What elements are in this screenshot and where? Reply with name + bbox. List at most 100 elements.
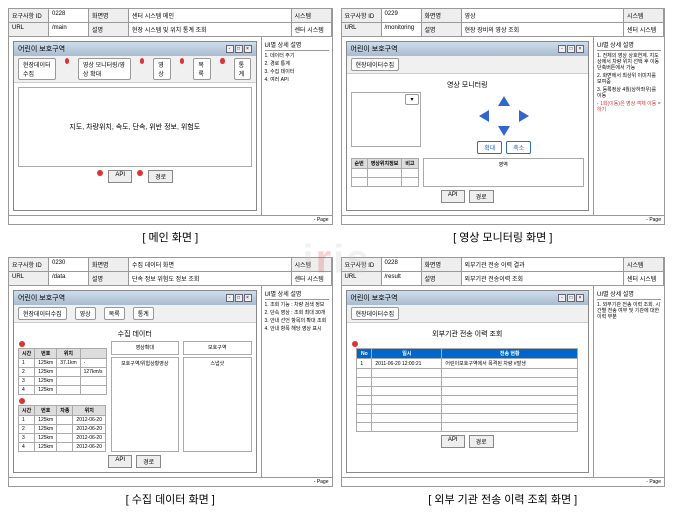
panel: 스냅샷 bbox=[183, 357, 251, 452]
route-button[interactable]: 경로 bbox=[469, 435, 494, 448]
table-row[interactable]: 12011-06-20 12:00:21어린이보호구역에서 목격된 차량 #발생 bbox=[357, 359, 578, 369]
val-url: /data bbox=[49, 272, 89, 285]
note-item: 4. 안내 항목 해당 영상 표시 bbox=[265, 326, 329, 332]
close-button[interactable]: × bbox=[244, 294, 252, 302]
tab-item[interactable]: 현장데이터수집 bbox=[18, 58, 56, 80]
table-row[interactable]: 4125km bbox=[19, 386, 107, 395]
table-row[interactable] bbox=[357, 378, 578, 387]
layout-grid: 요구사항 ID 0228 화면명 센터 시스템 메인 시스템 URL /main… bbox=[0, 0, 673, 519]
table-row[interactable]: 1125km37.1km- bbox=[19, 359, 107, 368]
note-item: 2. 화면에서 최상위 이미지를 보여줌 bbox=[597, 73, 661, 85]
maximize-button[interactable]: □ bbox=[235, 45, 243, 53]
minimize-button[interactable]: - bbox=[226, 45, 234, 53]
maximize-button[interactable]: □ bbox=[567, 45, 575, 53]
val-screen: 센터 시스템 메인 bbox=[129, 9, 292, 22]
subtitle: 수집 데이터 bbox=[18, 329, 252, 339]
table-row[interactable]: 3125km2012-06-20 bbox=[19, 434, 106, 443]
tab-item[interactable]: 영상 bbox=[75, 307, 96, 320]
val-screen: 수집 데이터 화면 bbox=[129, 258, 292, 271]
close-button[interactable]: × bbox=[244, 45, 252, 53]
tab-item[interactable]: 현장데이터수집 bbox=[351, 58, 400, 71]
note-item: 1. 데이터 주기 bbox=[265, 53, 329, 59]
zoom-in-button[interactable]: 확대 bbox=[477, 141, 502, 154]
table-row[interactable] bbox=[357, 396, 578, 405]
tab-item[interactable]: 통계 bbox=[133, 307, 154, 320]
label-screen: 화면명 bbox=[89, 9, 129, 22]
table-row[interactable] bbox=[357, 387, 578, 396]
table-row[interactable] bbox=[357, 405, 578, 414]
tab-item[interactable]: 목록 bbox=[104, 307, 125, 320]
note-item-warning: - 1회(이동)은 영상 객체 이동 = 하기 bbox=[597, 101, 661, 113]
panel: 보호구역/위험상황영상 bbox=[111, 357, 179, 452]
table-row[interactable] bbox=[351, 178, 418, 187]
video-panel: ▾ bbox=[351, 92, 421, 147]
note-item: 3. 수집 데이터 bbox=[265, 69, 329, 75]
dropdown[interactable]: ▾ bbox=[405, 94, 418, 105]
table-row[interactable] bbox=[351, 169, 418, 178]
val-desc: 현장 시스템 및 위치 통계 조회 bbox=[129, 23, 292, 36]
app-title: 어린이 보호구역 bbox=[351, 44, 398, 54]
subtitle: 영상 모니터링 bbox=[351, 80, 585, 90]
close-button[interactable]: × bbox=[576, 45, 584, 53]
window: 어린이 보호구역 - □ × 현장데이터수집 영상 모니터링/영상 확대 bbox=[13, 41, 257, 211]
tab-item[interactable]: 영상 bbox=[153, 58, 171, 80]
maximize-button[interactable]: □ bbox=[567, 294, 575, 302]
route-button[interactable]: 경로 bbox=[136, 455, 161, 468]
table-row[interactable]: 2125km127km/s bbox=[19, 368, 107, 377]
marker-icon bbox=[65, 58, 69, 64]
tab-item[interactable]: 현장데이터수집 bbox=[18, 307, 67, 320]
tab-item[interactable]: 목록 bbox=[193, 58, 211, 80]
val-screen: 영상 bbox=[462, 9, 625, 22]
val-system: 센터 시스템 bbox=[292, 23, 332, 36]
minimize-button[interactable]: - bbox=[558, 45, 566, 53]
api-button[interactable]: API bbox=[441, 435, 465, 448]
page-footer: - Page bbox=[9, 215, 332, 224]
tab-item[interactable]: 통계 bbox=[234, 58, 252, 80]
val-req-id: 0230 bbox=[49, 258, 89, 271]
table-row[interactable]: 3125km bbox=[19, 377, 107, 386]
table-row[interactable] bbox=[357, 423, 578, 432]
api-button[interactable]: API bbox=[108, 455, 132, 468]
tab-item[interactable]: 현장데이터수집 bbox=[351, 307, 400, 320]
note-item: 1. 전체의 영상 상호연계. 지도 상에서 차량 위치 선택 후 이동 단축버… bbox=[597, 53, 661, 71]
route-button[interactable]: 경로 bbox=[469, 190, 494, 203]
arrow-left-icon[interactable] bbox=[479, 110, 489, 122]
app-title: 어린이 보호구역 bbox=[18, 44, 65, 54]
val-system: 센터 시스템 bbox=[624, 272, 664, 285]
note-item: 2. 단속 영상 : 조회 최대 30개 bbox=[265, 310, 329, 316]
marker-icon bbox=[352, 341, 358, 347]
table-row[interactable] bbox=[357, 414, 578, 423]
panel: 보호구역 bbox=[183, 341, 251, 355]
marker-icon bbox=[220, 58, 224, 64]
panel: 영상확대 bbox=[111, 341, 179, 355]
api-button[interactable]: API bbox=[108, 170, 132, 183]
route-button[interactable]: 경로 bbox=[148, 170, 173, 183]
arrow-down-icon[interactable] bbox=[498, 126, 510, 136]
app-title: 어린이 보호구역 bbox=[18, 293, 65, 303]
minimize-button[interactable]: - bbox=[226, 294, 234, 302]
notes-panel: UI별 상세 설명 1. 데이터 주기 2. 경로 통계 3. 수집 데이터 4… bbox=[262, 37, 332, 215]
val-desc: 외부기관 전송이력 조회 bbox=[462, 272, 625, 285]
arrow-up-icon[interactable] bbox=[498, 96, 510, 106]
table-row[interactable]: 4125km2012-06-20 bbox=[19, 443, 106, 452]
table-row[interactable] bbox=[357, 369, 578, 378]
caption: [ 수집 데이터 화면 ] bbox=[8, 487, 333, 511]
api-button[interactable]: API bbox=[441, 190, 465, 203]
arrow-right-icon[interactable] bbox=[519, 110, 529, 122]
close-button[interactable]: × bbox=[576, 294, 584, 302]
table-row[interactable]: 2125km2012-06-20 bbox=[19, 425, 106, 434]
label-req-id: 요구사항 ID bbox=[9, 9, 49, 22]
cell-monitoring: 요구사항 ID 0229 화면명 영상 시스템 URL /monitoring … bbox=[341, 8, 666, 249]
table-row[interactable]: 1125km2012-06-20 bbox=[19, 416, 106, 425]
tab-item[interactable]: 영상 모니터링/영상 확대 bbox=[78, 58, 131, 80]
note-item: 3. 등록정상 4월(상하좌우)를 이동 bbox=[597, 87, 661, 99]
val-url: /monitoring bbox=[382, 23, 422, 36]
val-desc: 단속 정보 위험도 정보 조회 bbox=[129, 272, 292, 285]
minimize-button[interactable]: - bbox=[558, 294, 566, 302]
maximize-button[interactable]: □ bbox=[235, 294, 243, 302]
cell-external: 요구사항 ID 0228 화면명 외부기관 전송 이력 결과 시스템 URL /… bbox=[341, 257, 666, 511]
data-table-2: 시간번호차종위치 1125km2012-06-20 2125km2012-06-… bbox=[18, 405, 106, 452]
zoom-out-button[interactable]: 축소 bbox=[506, 141, 531, 154]
val-req-id: 0228 bbox=[49, 9, 89, 22]
spec-header-2: URL /main 설명 현장 시스템 및 위치 통계 조회 센터 시스템 bbox=[9, 23, 332, 37]
